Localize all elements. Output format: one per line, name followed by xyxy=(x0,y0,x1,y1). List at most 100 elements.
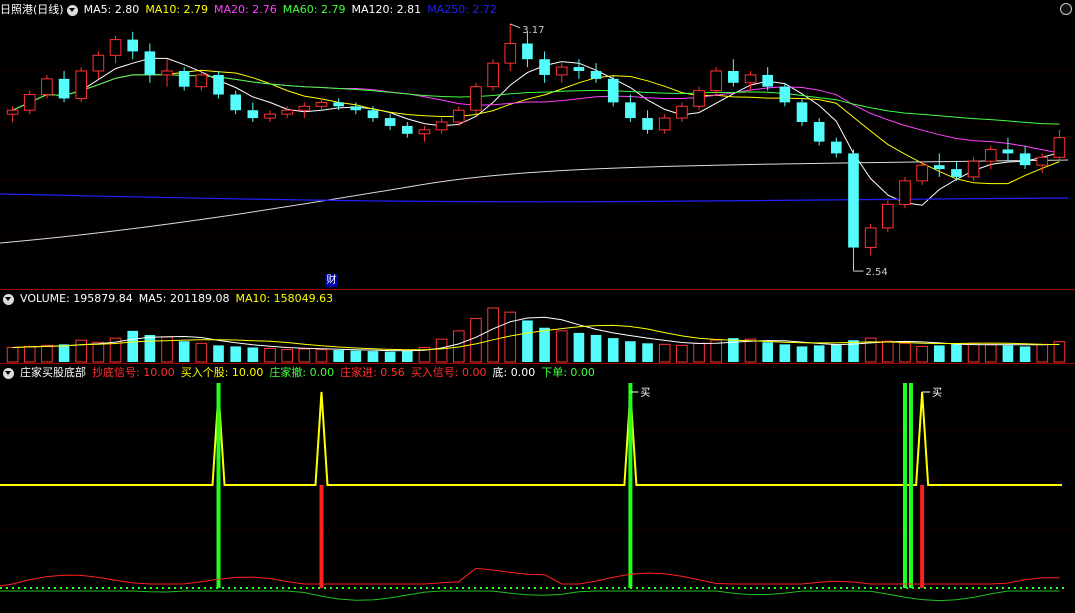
candle-body xyxy=(831,141,842,154)
candle-body xyxy=(333,102,344,107)
volume-legend: VOLUME: 195879.84 MA5: 201189.08 MA10: 158… xyxy=(0,291,345,307)
candle-body xyxy=(710,70,723,92)
candle-body xyxy=(916,164,928,182)
candle-body xyxy=(933,165,945,170)
indicator-legend: 庄家买股底部 抄底信号: 10.00 买入个股: 10.00 庄家撤: 0.00 庄家… xyxy=(0,365,607,381)
buy-marker-2: 买 xyxy=(932,387,942,399)
candle-body xyxy=(470,86,482,111)
volume-bar xyxy=(881,340,894,363)
volume-collapse-icon[interactable] xyxy=(3,293,14,305)
volume-bar xyxy=(762,342,773,362)
legend-ma5: MA5: 2.80 xyxy=(83,3,140,16)
bottom-signal-bar xyxy=(216,383,221,588)
buy-stock-line xyxy=(0,391,1062,486)
candle-body xyxy=(796,102,808,122)
indicator-pane xyxy=(0,383,1068,602)
volume-bar xyxy=(75,339,88,363)
volume-bar xyxy=(315,349,328,363)
volume-bar xyxy=(1002,345,1014,362)
volume-bar xyxy=(658,343,671,363)
legend-ma20: MA20: 2.76 xyxy=(214,3,277,16)
legend-chaodi: 抄底信号: 10.00 xyxy=(92,366,175,379)
candle-body xyxy=(247,110,259,119)
candle-body xyxy=(1053,137,1066,158)
volume-bar xyxy=(522,320,533,362)
volume-bar xyxy=(625,341,636,362)
volume-bar xyxy=(933,345,945,362)
candle-body xyxy=(178,71,190,87)
candle-body xyxy=(367,110,379,119)
volume-bar xyxy=(23,345,36,363)
volume-bar xyxy=(831,344,842,362)
candle-body xyxy=(625,102,636,119)
volume-bar xyxy=(590,335,602,362)
volume-bar xyxy=(967,342,980,363)
legend-ma120: MA120: 2.81 xyxy=(351,3,422,16)
volume-bar xyxy=(350,350,362,362)
bottom-signal-bar-extra xyxy=(908,383,913,588)
dealer-enter-bar xyxy=(319,485,324,588)
moving-average-lines xyxy=(0,57,1069,244)
volume-bar xyxy=(899,342,911,363)
indicator-legend-items: 抄底信号: 10.00 买入个股: 10.00 庄家撤: 0.00 庄家进: 0.56… xyxy=(92,365,601,381)
dealer-enter-curve xyxy=(0,567,1060,587)
candle-body xyxy=(109,39,122,56)
volume-bar xyxy=(401,350,413,362)
volume-bar xyxy=(230,346,241,362)
legend-vma10: MA10: 158049.63 xyxy=(235,292,334,305)
candle-body xyxy=(728,71,739,83)
main-collapse-icon[interactable] xyxy=(66,4,78,16)
candle-body xyxy=(41,78,53,96)
bottom-signal-bar xyxy=(902,383,907,588)
volume-bar xyxy=(281,349,293,363)
indicator-collapse-icon[interactable] xyxy=(3,367,14,379)
legend-chedi: 庄家撤: 0.00 xyxy=(269,366,335,379)
candle-body xyxy=(555,66,568,76)
volume-bar xyxy=(676,344,688,363)
volume-bar xyxy=(813,345,825,362)
volume-bar xyxy=(178,341,190,362)
candle-body xyxy=(864,227,877,249)
candle-body xyxy=(607,78,619,103)
volume-bar xyxy=(384,351,396,362)
volume-bar xyxy=(6,346,19,363)
candle-body xyxy=(487,62,499,88)
volume-bar xyxy=(555,330,568,363)
candle-body xyxy=(384,118,396,126)
volume-bar xyxy=(333,350,344,362)
volume-bar xyxy=(693,342,705,363)
candle-body xyxy=(1036,156,1049,166)
volume-bars xyxy=(6,307,1066,363)
candle-body xyxy=(522,43,533,60)
candle-body xyxy=(195,74,208,88)
candle-body xyxy=(298,105,311,111)
volume-bar xyxy=(58,344,70,362)
volume-bar xyxy=(539,327,550,362)
candle-body xyxy=(951,169,962,177)
legend-ma60: MA60: 2.79 xyxy=(282,3,346,16)
legend-xinhao: 买入信号: 0.00 xyxy=(410,366,487,379)
candle-body xyxy=(92,54,105,72)
legend-xiadan: 下单: 0.00 xyxy=(541,366,595,379)
indicator-name: 庄家买股底部 xyxy=(20,366,86,379)
volume-bar xyxy=(607,338,619,362)
candle-body xyxy=(418,129,431,135)
candle-body xyxy=(58,78,70,99)
candle-body xyxy=(539,59,550,75)
low-price-label: 2.54 xyxy=(865,267,887,278)
ma10-line xyxy=(12,69,1060,185)
candle-body xyxy=(6,109,19,115)
volume-bar xyxy=(1036,343,1049,363)
candle-body xyxy=(848,153,859,248)
volume-bar xyxy=(247,347,259,362)
candle-body xyxy=(23,94,36,111)
volume-bar xyxy=(264,348,276,363)
volume-bar xyxy=(487,307,499,363)
candle-body xyxy=(213,74,224,95)
candle-body xyxy=(676,105,688,119)
legend-di: 底: 0.00 xyxy=(492,366,536,379)
window-control-icon[interactable] xyxy=(1060,3,1072,15)
volume-bar xyxy=(951,344,962,362)
volume-bar xyxy=(916,345,928,363)
ma20-line xyxy=(12,73,1060,154)
